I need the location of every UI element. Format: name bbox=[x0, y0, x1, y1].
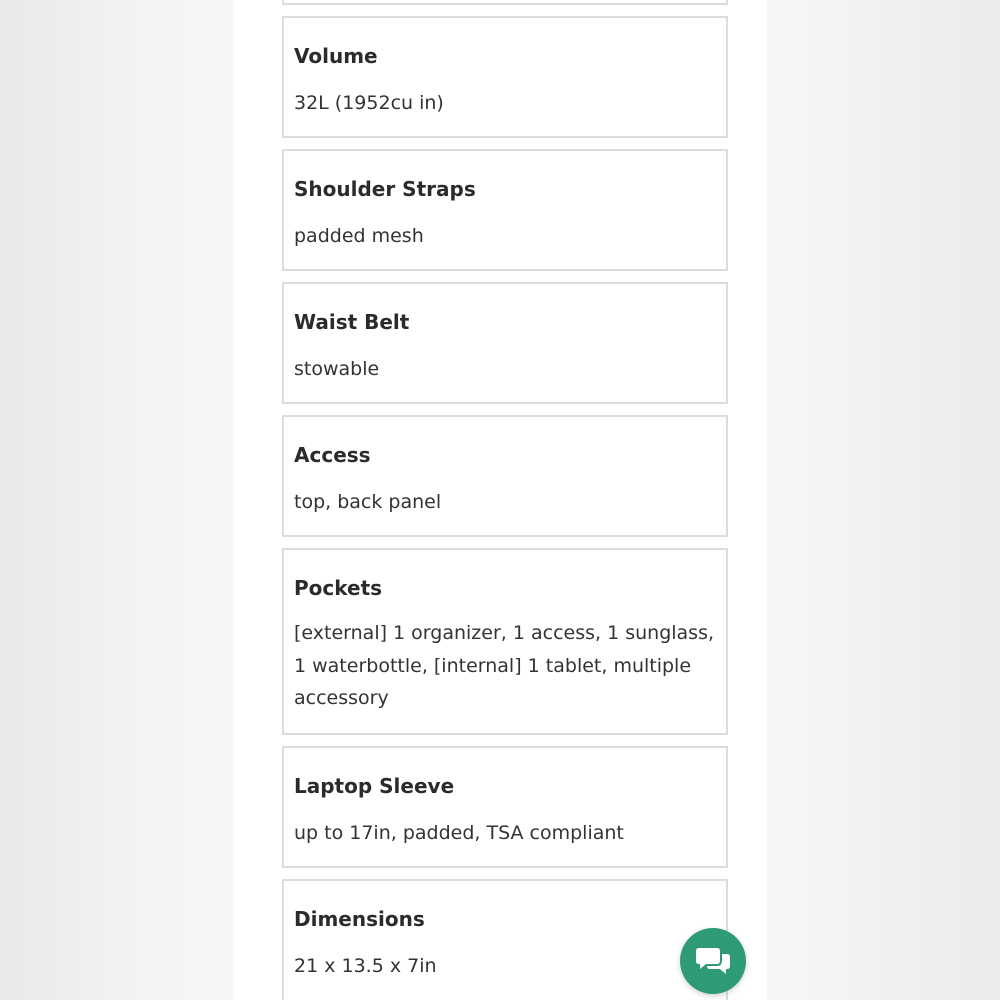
spec-value: padded mesh bbox=[294, 225, 424, 247]
spec-value: top, back panel bbox=[294, 491, 442, 513]
spec-card-volume: Volume 32L (1952cu in) bbox=[282, 16, 728, 138]
spec-value: 21 x 13.5 x 7in bbox=[294, 955, 437, 977]
spec-card-laptop-sleeve: Laptop Sleeve up to 17in, padded, TSA co… bbox=[282, 746, 728, 868]
spec-card-waist-belt: Waist Belt stowable bbox=[282, 282, 728, 404]
spec-card-dimensions: Dimensions 21 x 13.5 x 7in bbox=[282, 879, 728, 1000]
product-specs-screen: Volume 32L (1952cu in) Shoulder Straps p… bbox=[234, 0, 767, 1000]
spec-value: up to 17in, padded, TSA compliant bbox=[294, 822, 624, 844]
chat-button[interactable] bbox=[680, 928, 746, 994]
spec-card-shoulder-straps: Shoulder Straps padded mesh bbox=[282, 149, 728, 271]
spec-card-access: Access top, back panel bbox=[282, 415, 728, 537]
spec-label: Shoulder Straps bbox=[294, 177, 476, 201]
spec-value: 32L (1952cu in) bbox=[294, 92, 444, 114]
spec-label: Volume bbox=[294, 44, 378, 68]
spec-label: Waist Belt bbox=[294, 310, 410, 334]
spec-value: [external] 1 organizer, 1 access, 1 sung… bbox=[294, 622, 715, 709]
spec-label: Access bbox=[294, 443, 371, 467]
spec-label: Dimensions bbox=[294, 907, 425, 931]
chat-bubbles-icon bbox=[696, 948, 730, 974]
spec-label: Laptop Sleeve bbox=[294, 774, 455, 798]
spec-value: stowable bbox=[294, 358, 380, 380]
spec-card-pockets: Pockets [external] 1 organizer, 1 access… bbox=[282, 548, 728, 735]
spec-card-partial bbox=[282, 0, 728, 5]
spec-label: Pockets bbox=[294, 576, 383, 600]
